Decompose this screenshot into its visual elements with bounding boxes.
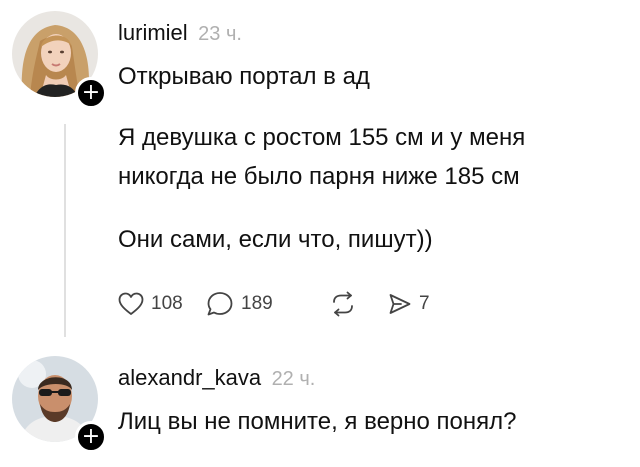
comment-body-line-1: Я девушка с ростом 155 см и у меня — [118, 124, 526, 151]
comment-meta: alexandr_kava 22 ч. — [118, 365, 315, 391]
timestamp: 22 ч. — [271, 368, 316, 390]
follow-plus-icon[interactable]: + — [75, 77, 107, 109]
username[interactable]: lurimiel — [118, 20, 188, 45]
reply-button[interactable]: 189 — [206, 291, 330, 317]
comment-title: Открываю портал в ад — [118, 63, 370, 90]
speech-bubble-icon — [207, 292, 233, 316]
comment-actions: 108 189 7 — [118, 284, 430, 324]
thread-connector-line — [64, 124, 66, 337]
share-count: 7 — [419, 293, 430, 314]
username[interactable]: alexandr_kava — [118, 365, 261, 390]
repost-button[interactable] — [330, 291, 388, 317]
reply-count: 189 — [241, 293, 273, 314]
like-count: 108 — [151, 293, 183, 314]
repost-arrows-icon — [333, 291, 353, 317]
timestamp: 23 ч. — [198, 23, 242, 45]
send-arrow-icon — [389, 294, 411, 314]
comment-meta: lurimiel 23 ч. — [118, 20, 242, 46]
heart-icon — [118, 292, 144, 315]
share-button[interactable]: 7 — [388, 292, 430, 316]
comment-body-line-2: никогда не было парня ниже 185 см — [118, 163, 520, 190]
comment-followup: Они сами, если что, пишут)) — [118, 226, 433, 253]
comment-title: Лиц вы не помните, я верно понял? — [118, 408, 517, 435]
like-button[interactable]: 108 — [118, 292, 206, 316]
follow-plus-icon[interactable]: + — [75, 421, 107, 453]
